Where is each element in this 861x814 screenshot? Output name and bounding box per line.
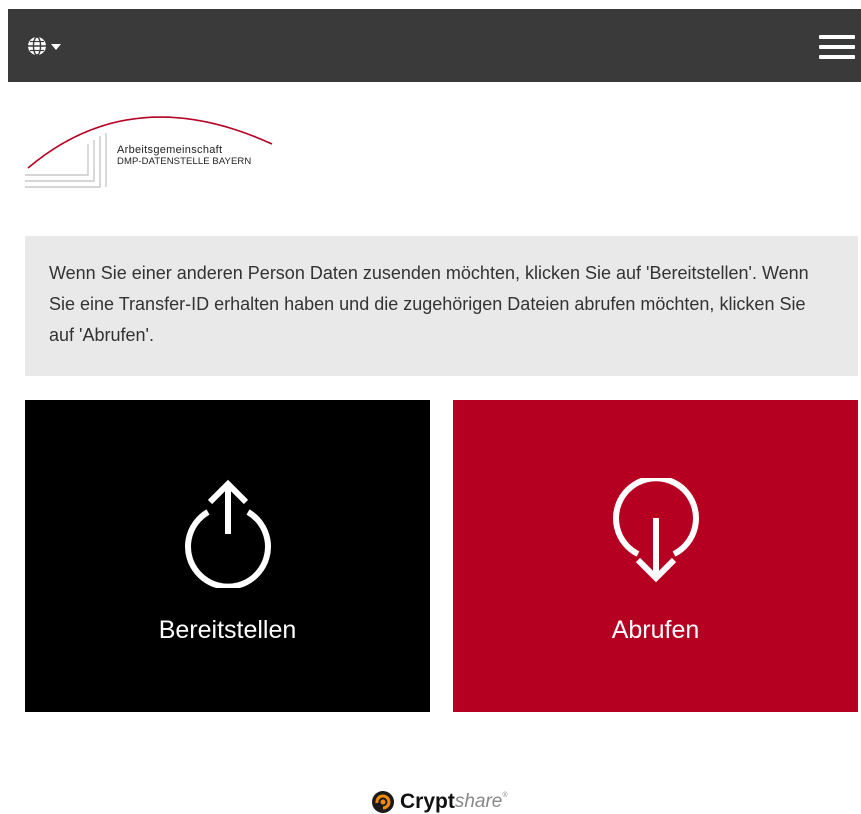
caret-down-icon xyxy=(51,44,61,50)
footer-brand: Crypt share ® xyxy=(370,790,508,814)
globe-icon xyxy=(28,36,46,56)
language-selector[interactable] xyxy=(26,33,72,59)
footer-brand-light: share xyxy=(454,791,503,812)
footer-brand-bold: Crypt xyxy=(400,790,455,813)
download-pin-icon xyxy=(612,478,699,583)
provide-label: Bereitstellen xyxy=(158,616,297,644)
hamburger-menu-icon xyxy=(819,35,855,59)
top-navbar xyxy=(8,9,861,82)
logo-line-2: DMP-DATENSTELLE BAYERN xyxy=(117,156,252,167)
cryptshare-logo-icon xyxy=(372,791,394,813)
footer-registered-mark: ® xyxy=(502,792,508,799)
provide-button[interactable]: Bereitstellen xyxy=(25,400,430,712)
retrieve-button[interactable]: Abrufen xyxy=(453,400,858,712)
info-message: Wenn Sie einer anderen Person Daten zuse… xyxy=(25,236,858,376)
upload-power-icon xyxy=(184,479,271,588)
menu-button[interactable] xyxy=(819,33,855,61)
organization-logo: Arbeitsgemeinschaft DMP-DATENSTELLE BAYE… xyxy=(22,100,302,195)
logo-line-1: Arbeitsgemeinschaft xyxy=(117,144,223,156)
logo-text: Arbeitsgemeinschaft DMP-DATENSTELLE BAYE… xyxy=(117,144,251,168)
retrieve-label: Abrufen xyxy=(611,616,700,644)
